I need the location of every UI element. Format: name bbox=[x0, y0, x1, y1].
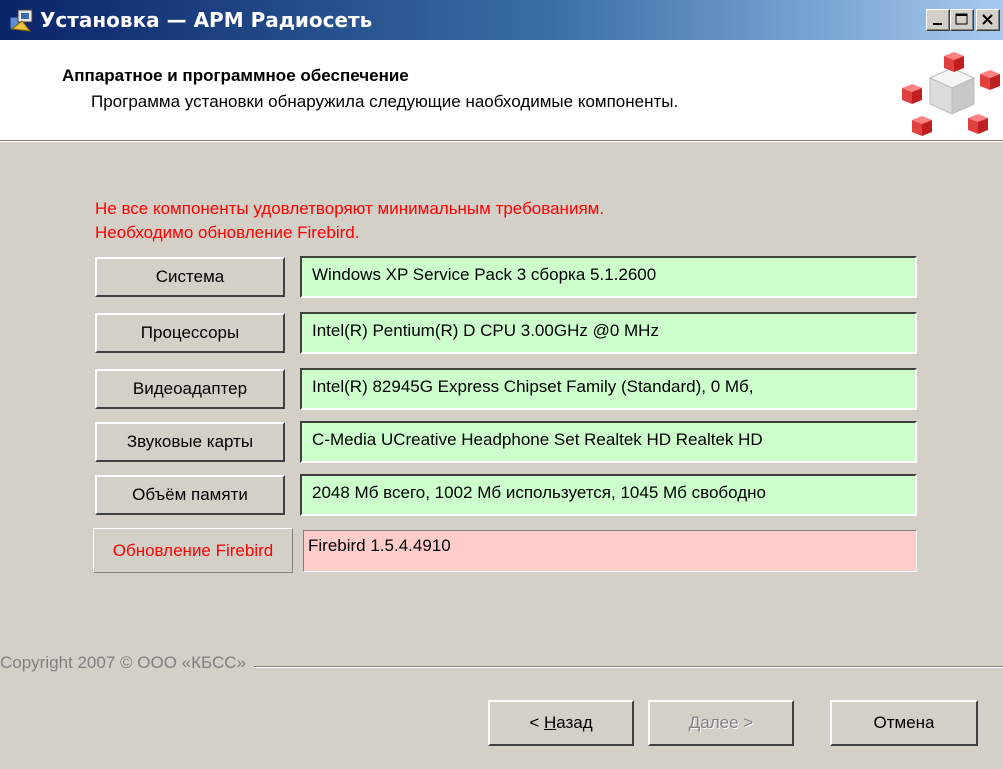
video-value: Intel(R) 82945G Express Chipset Family (… bbox=[300, 368, 917, 410]
close-button[interactable] bbox=[976, 9, 1000, 31]
back-button-prefix: < bbox=[529, 713, 544, 732]
firebird-value: Firebird 1.5.4.4910 bbox=[303, 530, 917, 572]
memory-label-button[interactable]: Объём памяти bbox=[95, 475, 285, 515]
minimize-icon bbox=[933, 23, 942, 25]
video-label-button[interactable]: Видеоадаптер bbox=[95, 369, 285, 409]
processors-label-button[interactable]: Процессоры bbox=[95, 313, 285, 353]
installer-icon bbox=[9, 9, 33, 32]
memory-value: 2048 Мб всего, 1002 Мб используется, 104… bbox=[300, 474, 917, 516]
cubes-logo bbox=[902, 52, 1000, 136]
warning-line-1: Не все компоненты удовлетворяют минималь… bbox=[95, 199, 605, 218]
maximize-icon bbox=[955, 13, 968, 25]
component-row-firebird: Обновление Firebird Firebird 1.5.4.4910 bbox=[93, 528, 918, 573]
sound-value: C-Media UCreative Headphone Set Realtek … bbox=[300, 421, 917, 463]
back-button-label: азад bbox=[556, 713, 593, 732]
window-title: Установка — АРМ Радиосеть bbox=[40, 8, 373, 32]
warning-line-2: Необходимо обновление Firebird. bbox=[95, 223, 360, 242]
next-button-hotkey: Д bbox=[688, 713, 701, 732]
close-icon bbox=[982, 14, 993, 25]
cancel-button[interactable]: Отмена bbox=[830, 700, 978, 746]
system-label-button[interactable]: Система bbox=[95, 257, 285, 297]
wizard-header: Аппаратное и программное обеспечение Про… bbox=[0, 40, 1003, 142]
component-row-sound: Звуковые карты C-Media UCreative Headpho… bbox=[93, 421, 918, 463]
page-subtitle: Программа установки обнаружила следующие… bbox=[91, 92, 679, 111]
system-value: Windows XP Service Pack 3 сборка 5.1.260… bbox=[300, 256, 917, 298]
component-row-processors: Процессоры Intel(R) Pentium(R) D CPU 3.0… bbox=[93, 312, 918, 354]
sound-label-button[interactable]: Звуковые карты bbox=[95, 422, 285, 462]
back-button[interactable]: < Назад bbox=[488, 700, 634, 746]
copyright-text: Copyright 2007 © ООО «КБСС» bbox=[0, 653, 254, 673]
component-row-video: Видеоадаптер Intel(R) 82945G Express Chi… bbox=[93, 368, 918, 410]
warning-message: Не все компоненты удовлетворяют минималь… bbox=[95, 197, 604, 245]
page-title: Аппаратное и программное обеспечение bbox=[62, 66, 409, 85]
processors-value: Intel(R) Pentium(R) D CPU 3.00GHz @0 MHz bbox=[300, 312, 917, 354]
title-bar: Установка — АРМ Радиосеть bbox=[0, 0, 1003, 40]
firebird-update-button[interactable]: Обновление Firebird bbox=[93, 528, 293, 573]
back-button-hotkey: Н bbox=[543, 713, 557, 732]
next-button[interactable]: Далее > bbox=[648, 700, 794, 746]
component-row-system: Система Windows XP Service Pack 3 сборка… bbox=[93, 256, 918, 298]
component-row-memory: Объём памяти 2048 Мб всего, 1002 Мб испо… bbox=[93, 474, 918, 516]
next-button-label: алее > bbox=[700, 713, 754, 732]
minimize-button[interactable] bbox=[926, 9, 950, 31]
maximize-button[interactable] bbox=[950, 9, 974, 31]
